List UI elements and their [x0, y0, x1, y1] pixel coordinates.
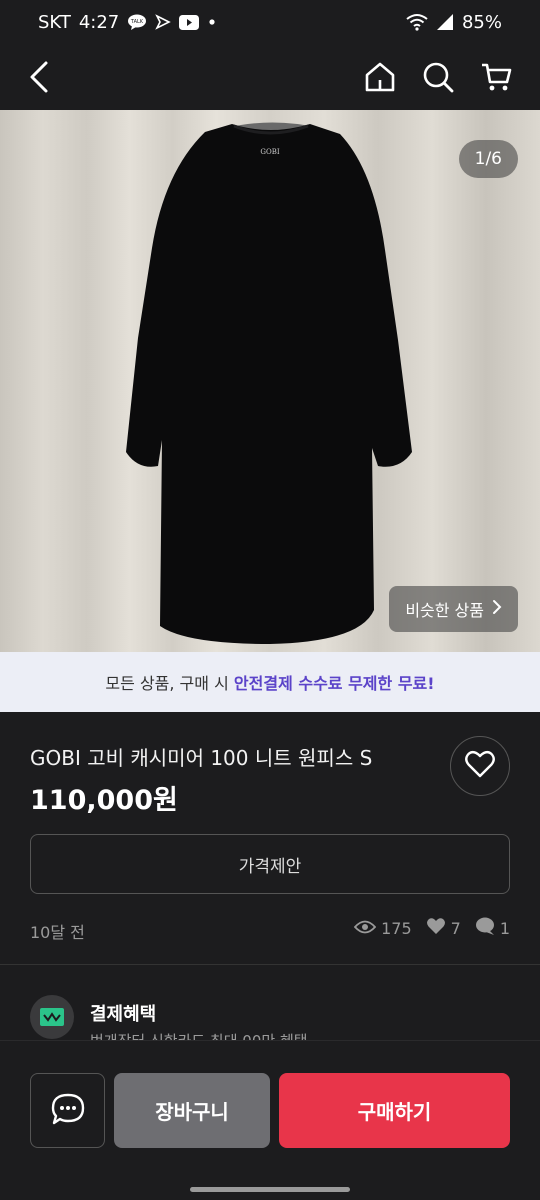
wifi-icon: [406, 13, 428, 31]
like-button[interactable]: [450, 736, 510, 796]
carrier-label: SKT: [38, 11, 71, 33]
chat-bubble-icon: [475, 917, 495, 939]
cart-icon[interactable]: [480, 61, 512, 93]
likes-count: 7: [450, 918, 461, 938]
search-icon[interactable]: [422, 61, 454, 93]
youtube-icon: [179, 14, 200, 30]
chat-icon: [51, 1093, 85, 1129]
signal-icon: [436, 13, 454, 31]
buy-button[interactable]: 구매하기: [279, 1073, 510, 1148]
image-pager: 1/6: [458, 140, 518, 178]
price-offer-button[interactable]: 가격제안: [30, 834, 510, 894]
promo-highlight: 안전결제 수수료 무제한 무료!: [233, 674, 435, 693]
views-stat: 175: [353, 918, 412, 938]
chats-count: 1: [499, 918, 510, 938]
home-indicator[interactable]: [190, 1187, 350, 1192]
eye-icon: [353, 919, 377, 938]
battery-level: 85%: [461, 11, 502, 33]
similar-products-button[interactable]: 비슷한 상품: [389, 586, 518, 632]
similar-products-label: 비슷한 상품: [405, 601, 484, 620]
svg-text:TALK: TALK: [130, 19, 144, 25]
status-bar: SKT 4:27 TALK 85%: [0, 0, 540, 44]
dress-photo: GOBI: [126, 122, 412, 644]
benefit-title: 결제혜택: [90, 1004, 157, 1025]
bottom-action-bar: 장바구니 구매하기: [0, 1040, 540, 1200]
top-nav: [0, 44, 540, 110]
dot-icon: [207, 17, 217, 27]
promo-banner[interactable]: 모든 상품, 구매 시 안전결제 수수료 무제한 무료!: [0, 652, 540, 712]
product-stats: 175 7 1: [353, 917, 510, 939]
add-to-cart-button[interactable]: 장바구니: [114, 1073, 270, 1148]
home-icon[interactable]: [364, 61, 396, 93]
dress-logo: GOBI: [260, 148, 279, 156]
back-icon[interactable]: [28, 60, 50, 94]
navigation-icon: [155, 14, 172, 30]
views-count: 175: [381, 918, 412, 938]
section-divider: [0, 964, 540, 965]
clock: 4:27: [78, 11, 120, 33]
heart-filled-icon: [426, 917, 446, 939]
product-title: GOBI 고비 캐시미어 100 니트 원피스 S: [30, 746, 373, 770]
talk-icon: TALK: [127, 14, 147, 30]
chevron-right-icon: [492, 599, 502, 619]
posted-time: 10달 전: [30, 923, 85, 942]
likes-stat: 7: [426, 917, 461, 939]
product-image[interactable]: GOBI 1/6 비슷한 상품: [0, 110, 540, 652]
chats-stat: 1: [475, 917, 510, 939]
heart-icon: [465, 750, 495, 782]
chat-button[interactable]: [30, 1073, 105, 1148]
product-price: 110,000원: [30, 785, 178, 816]
payment-benefit-icon: [30, 995, 74, 1039]
promo-text: 모든 상품, 구매 시: [105, 674, 234, 693]
